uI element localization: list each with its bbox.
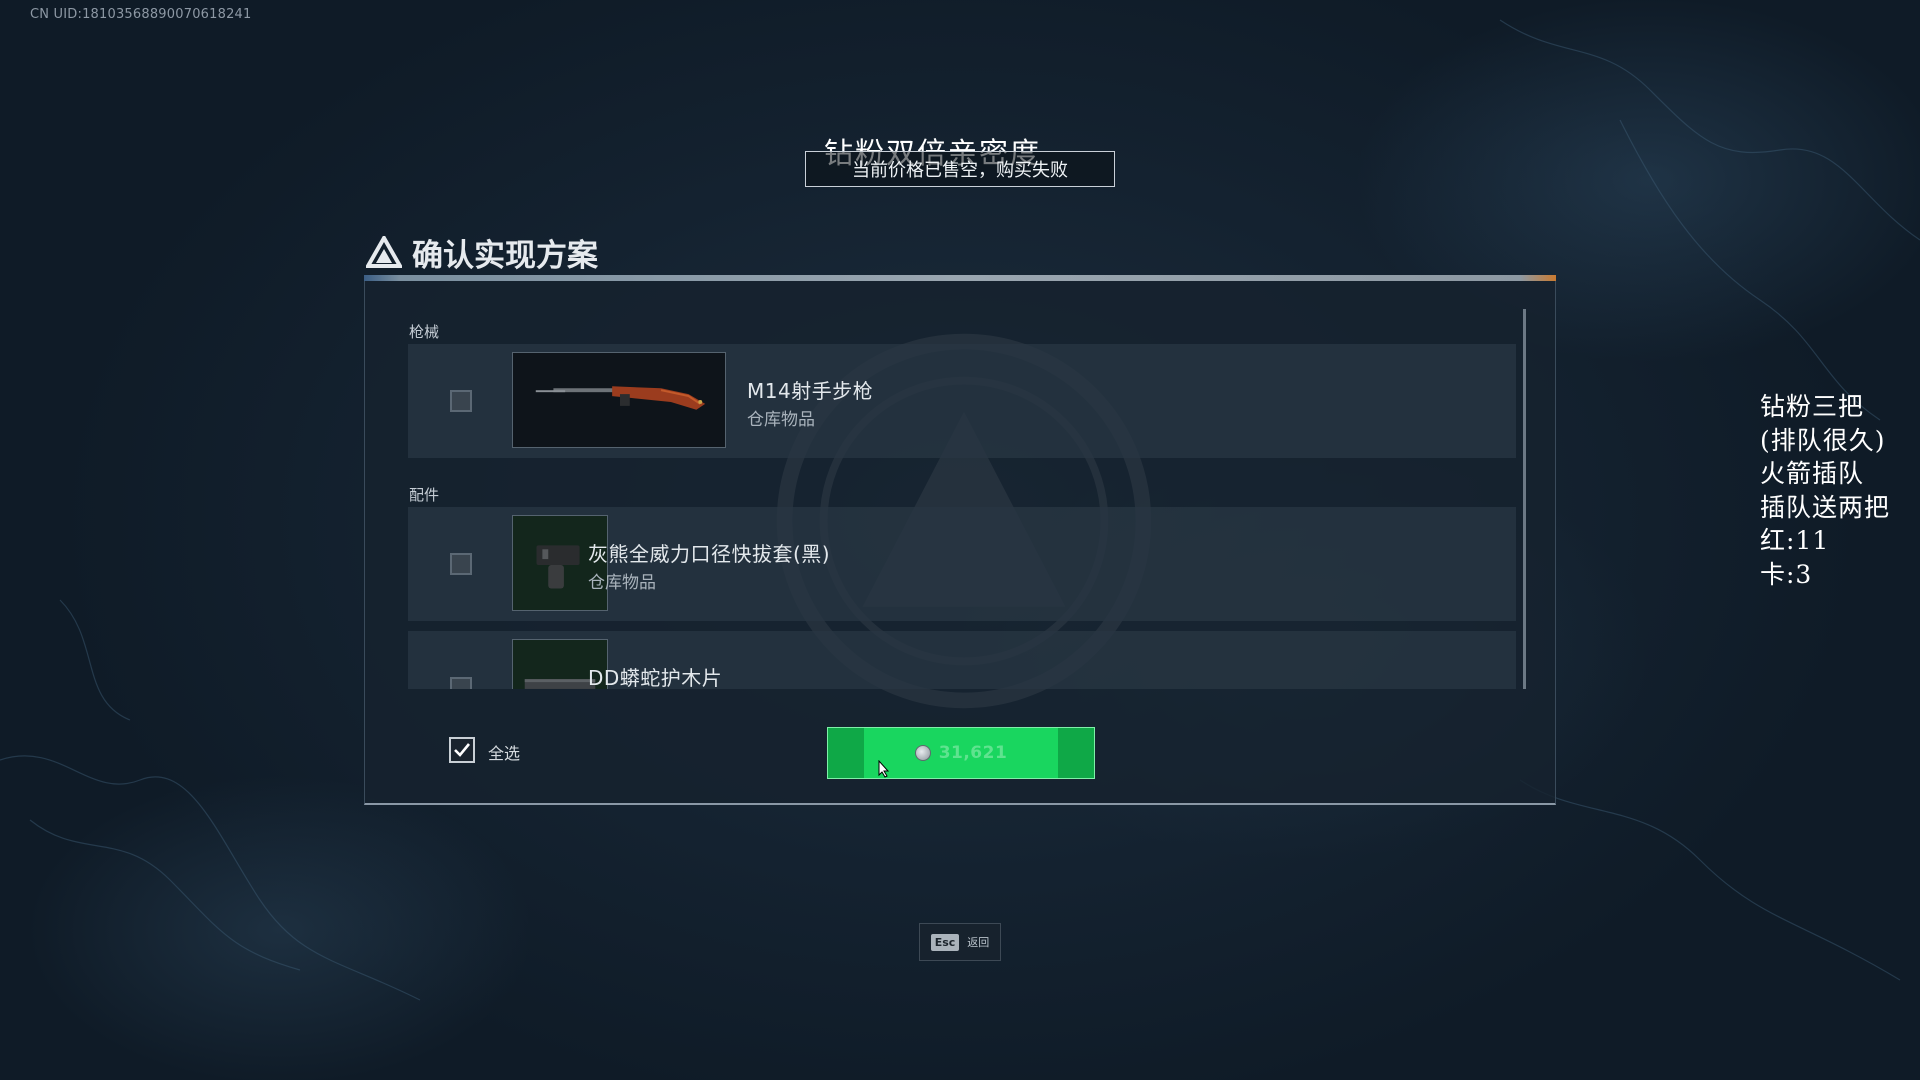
side-notes: 钻粉三把 (排队很久) 火箭插队 插队送两把 红:11 卡:3 xyxy=(1760,390,1890,591)
button-edge-right xyxy=(1058,728,1094,778)
item-name: 灰熊全威力口径快拔套(黑) xyxy=(588,542,831,566)
toast-text: 当前价格已售空，购买失败 xyxy=(852,160,1068,181)
select-all-label[interactable]: 全选 xyxy=(488,740,520,764)
price-value: 31,621 xyxy=(938,743,1008,763)
note-line: 插队送两把 xyxy=(1760,492,1891,522)
item-checkbox[interactable] xyxy=(450,677,472,689)
panel-title: 确认实现方案 xyxy=(366,230,598,274)
note-line: 卡:3 xyxy=(1760,559,1813,589)
note-line: (排队很久) xyxy=(1760,425,1886,455)
item-checkbox[interactable] xyxy=(450,390,472,412)
back-label: 返回 xyxy=(967,936,990,949)
checkmark-icon xyxy=(454,743,471,757)
list-item[interactable]: M14射手步枪 仓库物品 xyxy=(408,344,1516,458)
esc-key-icon: Esc xyxy=(930,933,960,951)
rifle-icon xyxy=(512,352,726,448)
mouse-cursor-icon xyxy=(878,760,890,778)
section-label-firearms: 枪械 xyxy=(409,323,440,341)
item-subtitle: 仓库物品 xyxy=(747,410,815,430)
note-line: 红:11 xyxy=(1760,526,1830,555)
select-all-checkbox[interactable] xyxy=(449,737,475,763)
list-scrollbar[interactable] xyxy=(1523,309,1526,689)
section-label-attachments: 配件 xyxy=(409,486,440,504)
item-checkbox[interactable] xyxy=(450,553,472,575)
item-name: DD蟒蛇护木片 xyxy=(588,666,723,689)
note-line: 钻粉三把 xyxy=(1760,392,1865,421)
item-subtitle: 仓库物品 xyxy=(588,573,656,593)
triangle-logo-icon xyxy=(366,236,402,268)
purchase-button[interactable]: 31,621 xyxy=(827,727,1095,779)
back-button[interactable]: Esc 返回 xyxy=(919,923,1001,961)
coin-icon xyxy=(914,745,931,761)
note-line: 火箭插队 xyxy=(1760,459,1865,488)
list-item[interactable]: 灰熊全威力口径快拔套(黑) 仓库物品 xyxy=(408,507,1516,621)
item-list[interactable]: 枪械 M14射手步枪 仓库物品 配件 灰熊全威力口径快拔套(黑) 仓库物品 DD… xyxy=(365,281,1555,689)
scrollbar-thumb[interactable] xyxy=(1523,309,1526,689)
button-edge-left xyxy=(828,728,864,778)
list-item[interactable]: DD蟒蛇护木片 xyxy=(408,631,1516,689)
panel-title-text: 确认实现方案 xyxy=(412,237,598,274)
confirm-plan-panel: 枪械 M14射手步枪 仓库物品 配件 灰熊全威力口径快拔套(黑) 仓库物品 DD… xyxy=(364,281,1556,805)
item-name: M14射手步枪 xyxy=(747,379,874,403)
player-uid: CN UID:18103568890070618241 xyxy=(30,7,252,22)
purchase-failed-toast: 当前价格已售空，购买失败 xyxy=(805,151,1115,187)
